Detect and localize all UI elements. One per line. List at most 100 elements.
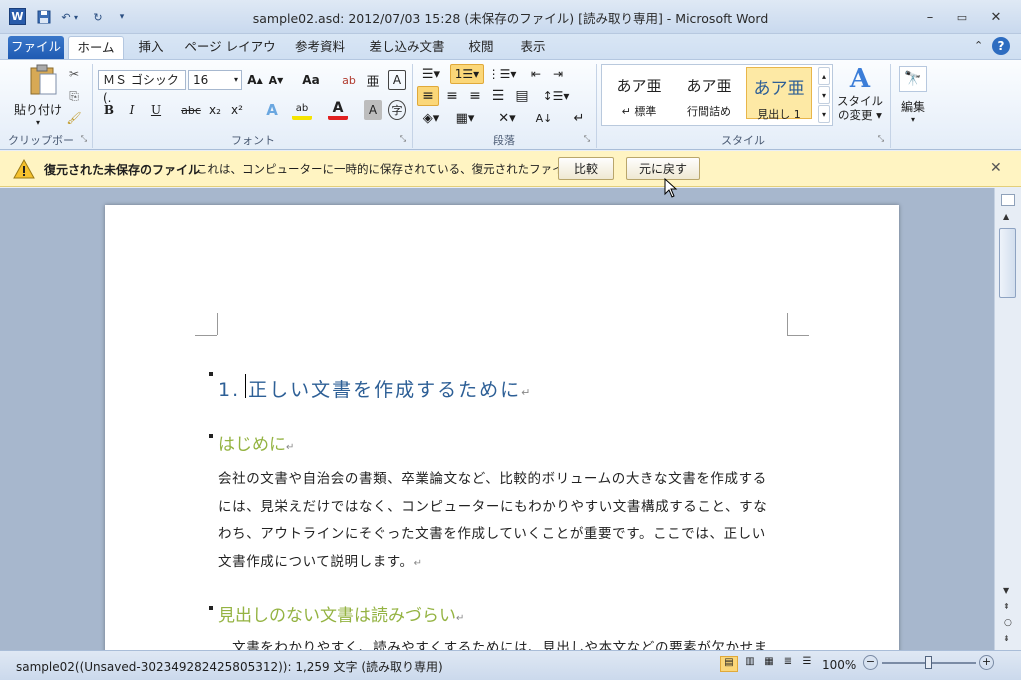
message-title: 復元された未保存のファイル (44, 163, 201, 177)
scroll-up-icon[interactable]: ▲ (1003, 212, 1009, 221)
zoom-level[interactable]: 100% (822, 658, 856, 672)
outline-view-icon[interactable]: ≣ (779, 656, 797, 672)
strikethrough-button[interactable]: abc (180, 100, 202, 120)
character-shading-icon[interactable]: A (364, 100, 382, 120)
style-name: 行間詰め (687, 105, 731, 118)
zoom-slider-thumb[interactable] (925, 656, 932, 669)
align-left-icon[interactable]: ≡ (417, 86, 439, 106)
shrink-font-icon[interactable]: A ▼ (267, 70, 285, 90)
styles-launcher-icon[interactable]: ⤡ (876, 134, 886, 144)
tab-insert[interactable]: 挿入 (130, 36, 172, 59)
bold-button[interactable]: B (100, 100, 118, 120)
character-border-icon[interactable]: A (388, 70, 406, 90)
document-page[interactable] (105, 205, 899, 650)
shading-icon[interactable]: ◈▾ (418, 108, 444, 128)
clipboard-launcher-icon[interactable]: ⤡ (79, 134, 89, 144)
cut-icon[interactable]: ✂ (66, 66, 82, 82)
align-right-icon[interactable]: ≡ (465, 86, 485, 106)
clear-formatting-icon[interactable]: ab (340, 70, 358, 90)
document-area[interactable] (0, 188, 994, 650)
compare-button[interactable]: 比較 (558, 157, 614, 180)
decrease-indent-icon[interactable]: ⇤ (526, 64, 546, 84)
borders-icon[interactable]: ▦▾ (452, 108, 478, 128)
line-spacing-icon[interactable]: ↕☰▾ (542, 86, 570, 106)
font-size-combo[interactable]: 16 ▾ (188, 70, 242, 90)
font-group-label: フォント (231, 134, 275, 147)
editing-label: 編集 (900, 100, 925, 114)
full-screen-reading-icon[interactable]: ▥ (741, 656, 759, 672)
web-layout-icon[interactable]: ▦ (760, 656, 778, 672)
tab-view[interactable]: 表示 (512, 36, 554, 59)
tab-references[interactable]: 参考資料 (288, 36, 352, 59)
align-center-icon[interactable]: ≡ (442, 86, 462, 106)
close-message-icon[interactable]: ✕ (990, 160, 1002, 176)
vertical-scrollbar[interactable]: ▲ ▼ ⇞ ○ ⇟ (994, 188, 1021, 650)
paste-button[interactable]: 貼り付け ▾ (14, 64, 62, 127)
restore-button[interactable]: 元に戻す (626, 157, 700, 180)
paste-dropdown-icon[interactable]: ▾ (14, 118, 62, 127)
numbering-icon[interactable]: 1☰▾ (450, 64, 484, 84)
copy-icon[interactable]: ⎘ (66, 88, 82, 104)
subscript-button[interactable]: x₂ (206, 100, 224, 120)
underline-button[interactable]: U (147, 100, 165, 120)
print-layout-view-icon[interactable]: ▤ (720, 656, 738, 672)
style-no-spacing[interactable]: あア亜 行間詰め (676, 67, 742, 119)
warning-icon (13, 158, 35, 182)
minimize-button[interactable]: – (914, 7, 946, 27)
minimize-ribbon-icon[interactable]: ⌃ (974, 39, 983, 52)
justify-icon[interactable]: ☰ (488, 86, 508, 106)
previous-page-icon[interactable]: ⇞ (1003, 602, 1010, 611)
font-color-icon[interactable]: A (328, 100, 348, 120)
asian-layout-icon[interactable]: ✕▾ (494, 108, 520, 128)
style-name: 見出し 1 (757, 108, 801, 121)
group-separator (412, 64, 413, 148)
text-effects-icon[interactable]: A (262, 100, 282, 120)
multilevel-list-icon[interactable]: ⋮☰▾ (488, 64, 517, 84)
increase-indent-icon[interactable]: ⇥ (548, 64, 568, 84)
help-icon[interactable]: ? (992, 37, 1010, 55)
heading-1[interactable]: 1. 正しい文書を作成するために↵ (218, 375, 532, 402)
styles-more-icon[interactable]: ▾ (818, 105, 830, 123)
distributed-icon[interactable]: ▤ (512, 86, 532, 106)
bullets-icon[interactable]: ☰▾ (418, 64, 444, 84)
style-heading-1[interactable]: あア亜 見出し 1 (746, 67, 812, 121)
superscript-button[interactable]: x² (228, 100, 246, 120)
heading-2[interactable]: はじめに↵ (218, 430, 294, 455)
style-normal[interactable]: あア亜 ↵ 標準 (606, 67, 672, 119)
scroll-thumb[interactable] (999, 228, 1016, 298)
tab-page-layout[interactable]: ページ レイアウト (182, 36, 278, 76)
close-button[interactable]: ✕ (980, 7, 1012, 27)
highlight-icon[interactable]: ab (292, 100, 312, 120)
scroll-down-icon[interactable]: ▼ (1003, 586, 1009, 595)
change-styles-button[interactable]: A スタイルの変更 ▾ (836, 64, 884, 130)
paragraph-mark: ↵ (521, 386, 533, 399)
font-name-combo[interactable]: ＭＳ ゴシック (. (98, 70, 186, 105)
enclose-characters-icon[interactable]: 字 (388, 100, 406, 120)
browse-object-icon[interactable]: ○ (1004, 618, 1012, 628)
tab-review[interactable]: 校閲 (460, 36, 502, 59)
change-case-button[interactable]: Aa (298, 70, 324, 90)
styles-scroll-up-icon[interactable]: ▴ (818, 67, 830, 85)
heading-2[interactable]: 見出しのない文書は読みづらい↵ (218, 601, 464, 626)
tab-home[interactable]: ホーム (68, 36, 124, 59)
italic-button[interactable]: I (123, 100, 141, 120)
maximize-button[interactable]: ▭ (946, 7, 978, 27)
body-paragraph-partial[interactable]: 文書をわかりやすく、読みやすくするためには、見出しや本文などの要素が欠かせま (218, 639, 798, 650)
body-paragraph[interactable]: 会社の文書や自治会の書類、卒業論文など、比較的ボリュームの大きな文書を作成する … (218, 466, 798, 577)
editing-button[interactable]: 🔭 編集 ▾ (896, 64, 930, 130)
grow-font-icon[interactable]: A ▲ (246, 70, 264, 90)
sort-icon[interactable]: A↓ (534, 108, 554, 128)
format-painter-icon[interactable]: 🖌 (66, 110, 82, 126)
draft-view-icon[interactable]: ☰ (798, 656, 816, 672)
zoom-in-icon[interactable]: + (979, 655, 994, 670)
zoom-out-icon[interactable]: − (863, 655, 878, 670)
tab-file[interactable]: ファイル (8, 36, 64, 59)
font-launcher-icon[interactable]: ⤡ (398, 134, 408, 144)
phonetic-guide-icon[interactable]: 亜 (364, 70, 382, 90)
paragraph-launcher-icon[interactable]: ⤡ (582, 134, 592, 144)
styles-scroll-down-icon[interactable]: ▾ (818, 86, 830, 104)
tab-mailings[interactable]: 差し込み文書 (364, 36, 450, 59)
next-page-icon[interactable]: ⇟ (1003, 634, 1010, 643)
ruler-toggle-icon[interactable] (1001, 194, 1015, 206)
show-marks-icon[interactable]: ↵ (570, 108, 588, 128)
